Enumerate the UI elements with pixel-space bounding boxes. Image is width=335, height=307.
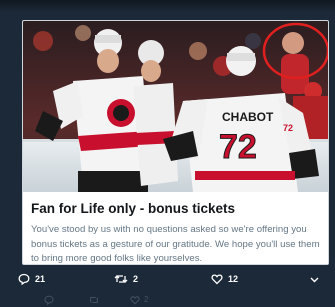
reply-button[interactable]: 21 bbox=[18, 268, 45, 290]
card-title: Fan for Life only - bonus tickets bbox=[31, 201, 236, 216]
faded-retweet-count: 2 bbox=[144, 295, 149, 304]
tweet-actions: 21 2 12 bbox=[0, 268, 335, 290]
retweet-icon bbox=[114, 275, 128, 283]
sleeve-number: 72 bbox=[283, 123, 293, 133]
retweet-count: 2 bbox=[133, 274, 139, 284]
like-count: 12 bbox=[228, 274, 239, 284]
chevron-down-icon bbox=[310, 277, 319, 282]
retweet-button[interactable]: 2 bbox=[114, 268, 138, 290]
next-tweet-actions: 2 bbox=[0, 294, 335, 307]
link-card[interactable]: CHABOT 72 72 Fan for Life only - bonus t… bbox=[22, 20, 329, 265]
like-icon bbox=[211, 274, 223, 285]
reply-icon bbox=[18, 273, 30, 285]
reply-count: 21 bbox=[35, 274, 46, 284]
like-icon bbox=[130, 296, 140, 305]
share-button[interactable] bbox=[309, 268, 320, 290]
hockey-celebration-image: CHABOT 72 72 bbox=[23, 21, 328, 192]
retweet-icon bbox=[90, 296, 98, 304]
jersey-number: 72 bbox=[219, 128, 257, 166]
tweet-screen: CHABOT 72 72 Fan for Life only - bonus t… bbox=[0, 0, 335, 307]
previous-content-strip bbox=[0, 0, 335, 12]
jersey-name: CHABOT bbox=[222, 110, 274, 124]
card-description: You've stood by us with no questions ask… bbox=[31, 224, 320, 264]
like-button[interactable]: 12 bbox=[211, 268, 238, 290]
reply-icon bbox=[44, 295, 54, 305]
card-body: Fan for Life only - bonus tickets You've… bbox=[23, 192, 328, 264]
